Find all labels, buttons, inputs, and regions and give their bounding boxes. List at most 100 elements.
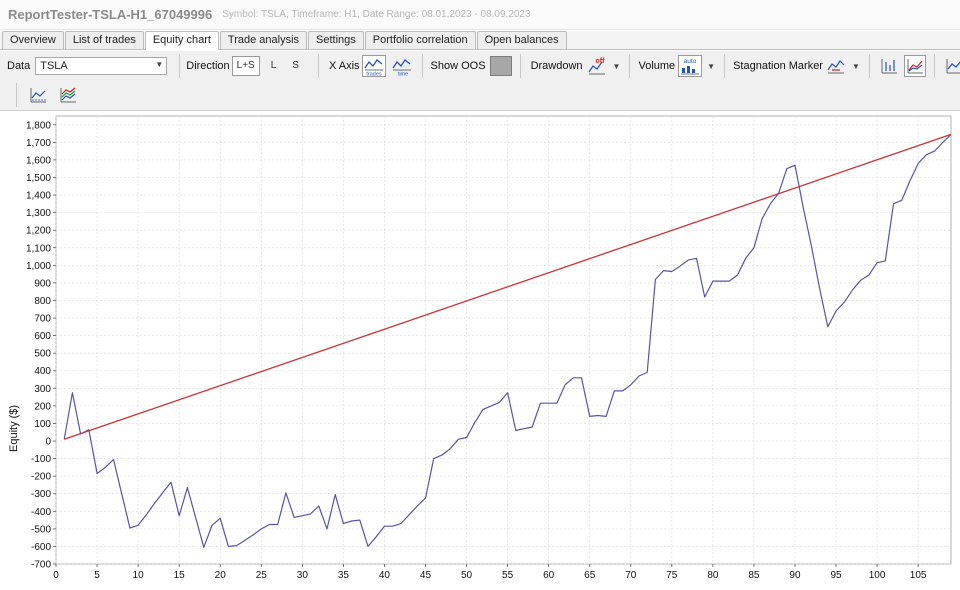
separator bbox=[933, 54, 935, 78]
data-select[interactable]: TSLA ▼ bbox=[35, 57, 168, 75]
stagnation-label: Stagnation Marker bbox=[733, 60, 823, 72]
x-tick-label: 45 bbox=[420, 570, 432, 581]
chart-rgb-lines-icon bbox=[60, 87, 76, 103]
y-tick-label: -400 bbox=[31, 507, 51, 518]
x-tick-label: 0 bbox=[53, 570, 59, 581]
toolbar-row-1: Data TSLA ▼ Direction L+S L S X Axis tra… bbox=[0, 52, 960, 80]
tab-bar: Overview List of trades Equity chart Tra… bbox=[0, 31, 960, 50]
y-tick-label: -500 bbox=[31, 524, 51, 535]
separator bbox=[629, 54, 631, 78]
toolbar: Data TSLA ▼ Direction L+S L S X Axis tra… bbox=[0, 51, 960, 111]
chart-line-button[interactable] bbox=[943, 55, 960, 77]
chevron-down-icon: ▼ bbox=[155, 60, 164, 69]
y-tick-label: 200 bbox=[34, 401, 51, 412]
y-tick-label: -100 bbox=[31, 454, 51, 465]
y-tick-label: 100 bbox=[34, 419, 51, 430]
y-tick-label: -300 bbox=[31, 489, 51, 500]
show-oos-toggle[interactable] bbox=[489, 56, 512, 76]
chart-multi-line-button[interactable] bbox=[903, 55, 926, 77]
y-tick-label: 1,300 bbox=[26, 208, 51, 219]
x-tick-label: 20 bbox=[215, 570, 227, 581]
drawdown-button[interactable]: off bbox=[586, 55, 608, 77]
stagnation-button[interactable] bbox=[825, 55, 847, 77]
chart-rgb-lines-button[interactable] bbox=[57, 84, 79, 106]
x-tick-label: 5 bbox=[94, 570, 100, 581]
y-tick-label: 300 bbox=[34, 384, 51, 395]
y-tick-label: 900 bbox=[34, 278, 51, 289]
separator bbox=[16, 83, 17, 107]
x-tick-label: 105 bbox=[910, 570, 927, 581]
y-tick-label: 1,100 bbox=[26, 243, 51, 254]
tab-trade-analysis[interactable]: Trade analysis bbox=[219, 31, 308, 49]
y-tick-label: 1,600 bbox=[26, 155, 51, 166]
x-tick-label: 85 bbox=[748, 570, 760, 581]
x-tick-label: 35 bbox=[338, 570, 350, 581]
drawdown-dropdown-icon[interactable]: ▼ bbox=[613, 62, 621, 71]
tab-open-balances[interactable]: Open balances bbox=[476, 31, 567, 49]
x-tick-label: 95 bbox=[830, 570, 842, 581]
x-tick-label: 80 bbox=[707, 570, 719, 581]
separator bbox=[519, 54, 521, 78]
direction-option-long[interactable]: L bbox=[266, 56, 282, 76]
trades-axis-icon: trades bbox=[364, 59, 383, 77]
separator bbox=[724, 54, 726, 78]
x-tick-label: 30 bbox=[297, 570, 309, 581]
show-oos-label: Show OOS bbox=[430, 60, 486, 72]
tab-overview[interactable]: Overview bbox=[2, 31, 64, 49]
y-tick-label: 500 bbox=[34, 349, 51, 360]
volume-auto-text: auto bbox=[684, 58, 697, 65]
window-title: ReportTester-TSLA-H1_67049996 bbox=[8, 7, 213, 22]
volume-dropdown-icon[interactable]: ▼ bbox=[707, 62, 715, 71]
chart-bars-icon bbox=[881, 59, 897, 74]
chart-trend-button[interactable] bbox=[27, 84, 49, 106]
chart-multi-line-icon bbox=[907, 59, 923, 74]
x-axis-trades-text: trades bbox=[366, 72, 382, 77]
tab-portfolio-correlation[interactable]: Portfolio correlation bbox=[364, 31, 476, 49]
stagnation-dropdown-icon[interactable]: ▼ bbox=[852, 62, 860, 71]
x-tick-label: 75 bbox=[666, 570, 678, 581]
tab-settings[interactable]: Settings bbox=[308, 31, 364, 49]
x-tick-label: 15 bbox=[174, 570, 186, 581]
direction-option-long-short[interactable]: L+S bbox=[231, 56, 260, 76]
drawdown-label: Drawdown bbox=[530, 60, 583, 72]
volume-button[interactable]: auto bbox=[678, 55, 703, 77]
tab-equity-chart[interactable]: Equity chart bbox=[144, 31, 219, 50]
stagnation-icon bbox=[827, 60, 845, 74]
direction-label: Direction bbox=[186, 60, 230, 72]
x-tick-label: 90 bbox=[789, 570, 801, 581]
separator bbox=[868, 54, 870, 78]
x-axis-time-text: time bbox=[397, 72, 407, 77]
volume-label: Volume bbox=[638, 60, 676, 72]
x-tick-label: 70 bbox=[625, 570, 637, 581]
y-tick-label: 800 bbox=[34, 296, 51, 307]
y-tick-label: 0 bbox=[45, 437, 51, 448]
data-label: Data bbox=[7, 60, 31, 72]
x-tick-label: 65 bbox=[584, 570, 596, 581]
tab-list-of-trades[interactable]: List of trades bbox=[64, 31, 144, 49]
window-subtitle: Symbol: TSLA, Timeframe: H1, Date Range:… bbox=[222, 9, 531, 20]
time-axis-icon: time bbox=[392, 59, 411, 77]
y-tick-label: -600 bbox=[31, 542, 51, 553]
y-tick-label: 1,500 bbox=[26, 173, 51, 184]
y-tick-label: 700 bbox=[34, 314, 51, 325]
y-tick-label: -200 bbox=[31, 472, 51, 483]
x-tick-label: 100 bbox=[869, 570, 886, 581]
y-tick-label: -700 bbox=[31, 560, 51, 571]
equity-chart: -700 -600 -500 -400 -300 -200 -100 0 100 200 300 40… bbox=[0, 112, 960, 590]
x-axis-label: X Axis bbox=[328, 60, 360, 72]
x-axis-time-button[interactable]: time bbox=[390, 55, 414, 77]
direction-option-short[interactable]: S bbox=[287, 56, 304, 76]
y-tick-label: 600 bbox=[34, 331, 51, 342]
equity-chart-svg: -700-600-500-400-300-200-100010020030040… bbox=[26, 115, 952, 581]
x-axis-trades-button[interactable]: trades bbox=[361, 55, 386, 77]
separator bbox=[179, 54, 181, 78]
y-tick-label: 1,700 bbox=[26, 138, 51, 149]
x-tick-label: 55 bbox=[502, 570, 514, 581]
chart-bars-button[interactable] bbox=[878, 55, 900, 77]
title-bar: ReportTester-TSLA-H1_67049996 Symbol: TS… bbox=[0, 0, 960, 30]
drawdown-icon: off bbox=[588, 58, 605, 75]
chart-line-icon bbox=[946, 59, 960, 74]
x-tick-label: 50 bbox=[461, 570, 473, 581]
y-tick-label: 1,800 bbox=[26, 120, 51, 131]
data-select-value: TSLA bbox=[40, 60, 68, 72]
